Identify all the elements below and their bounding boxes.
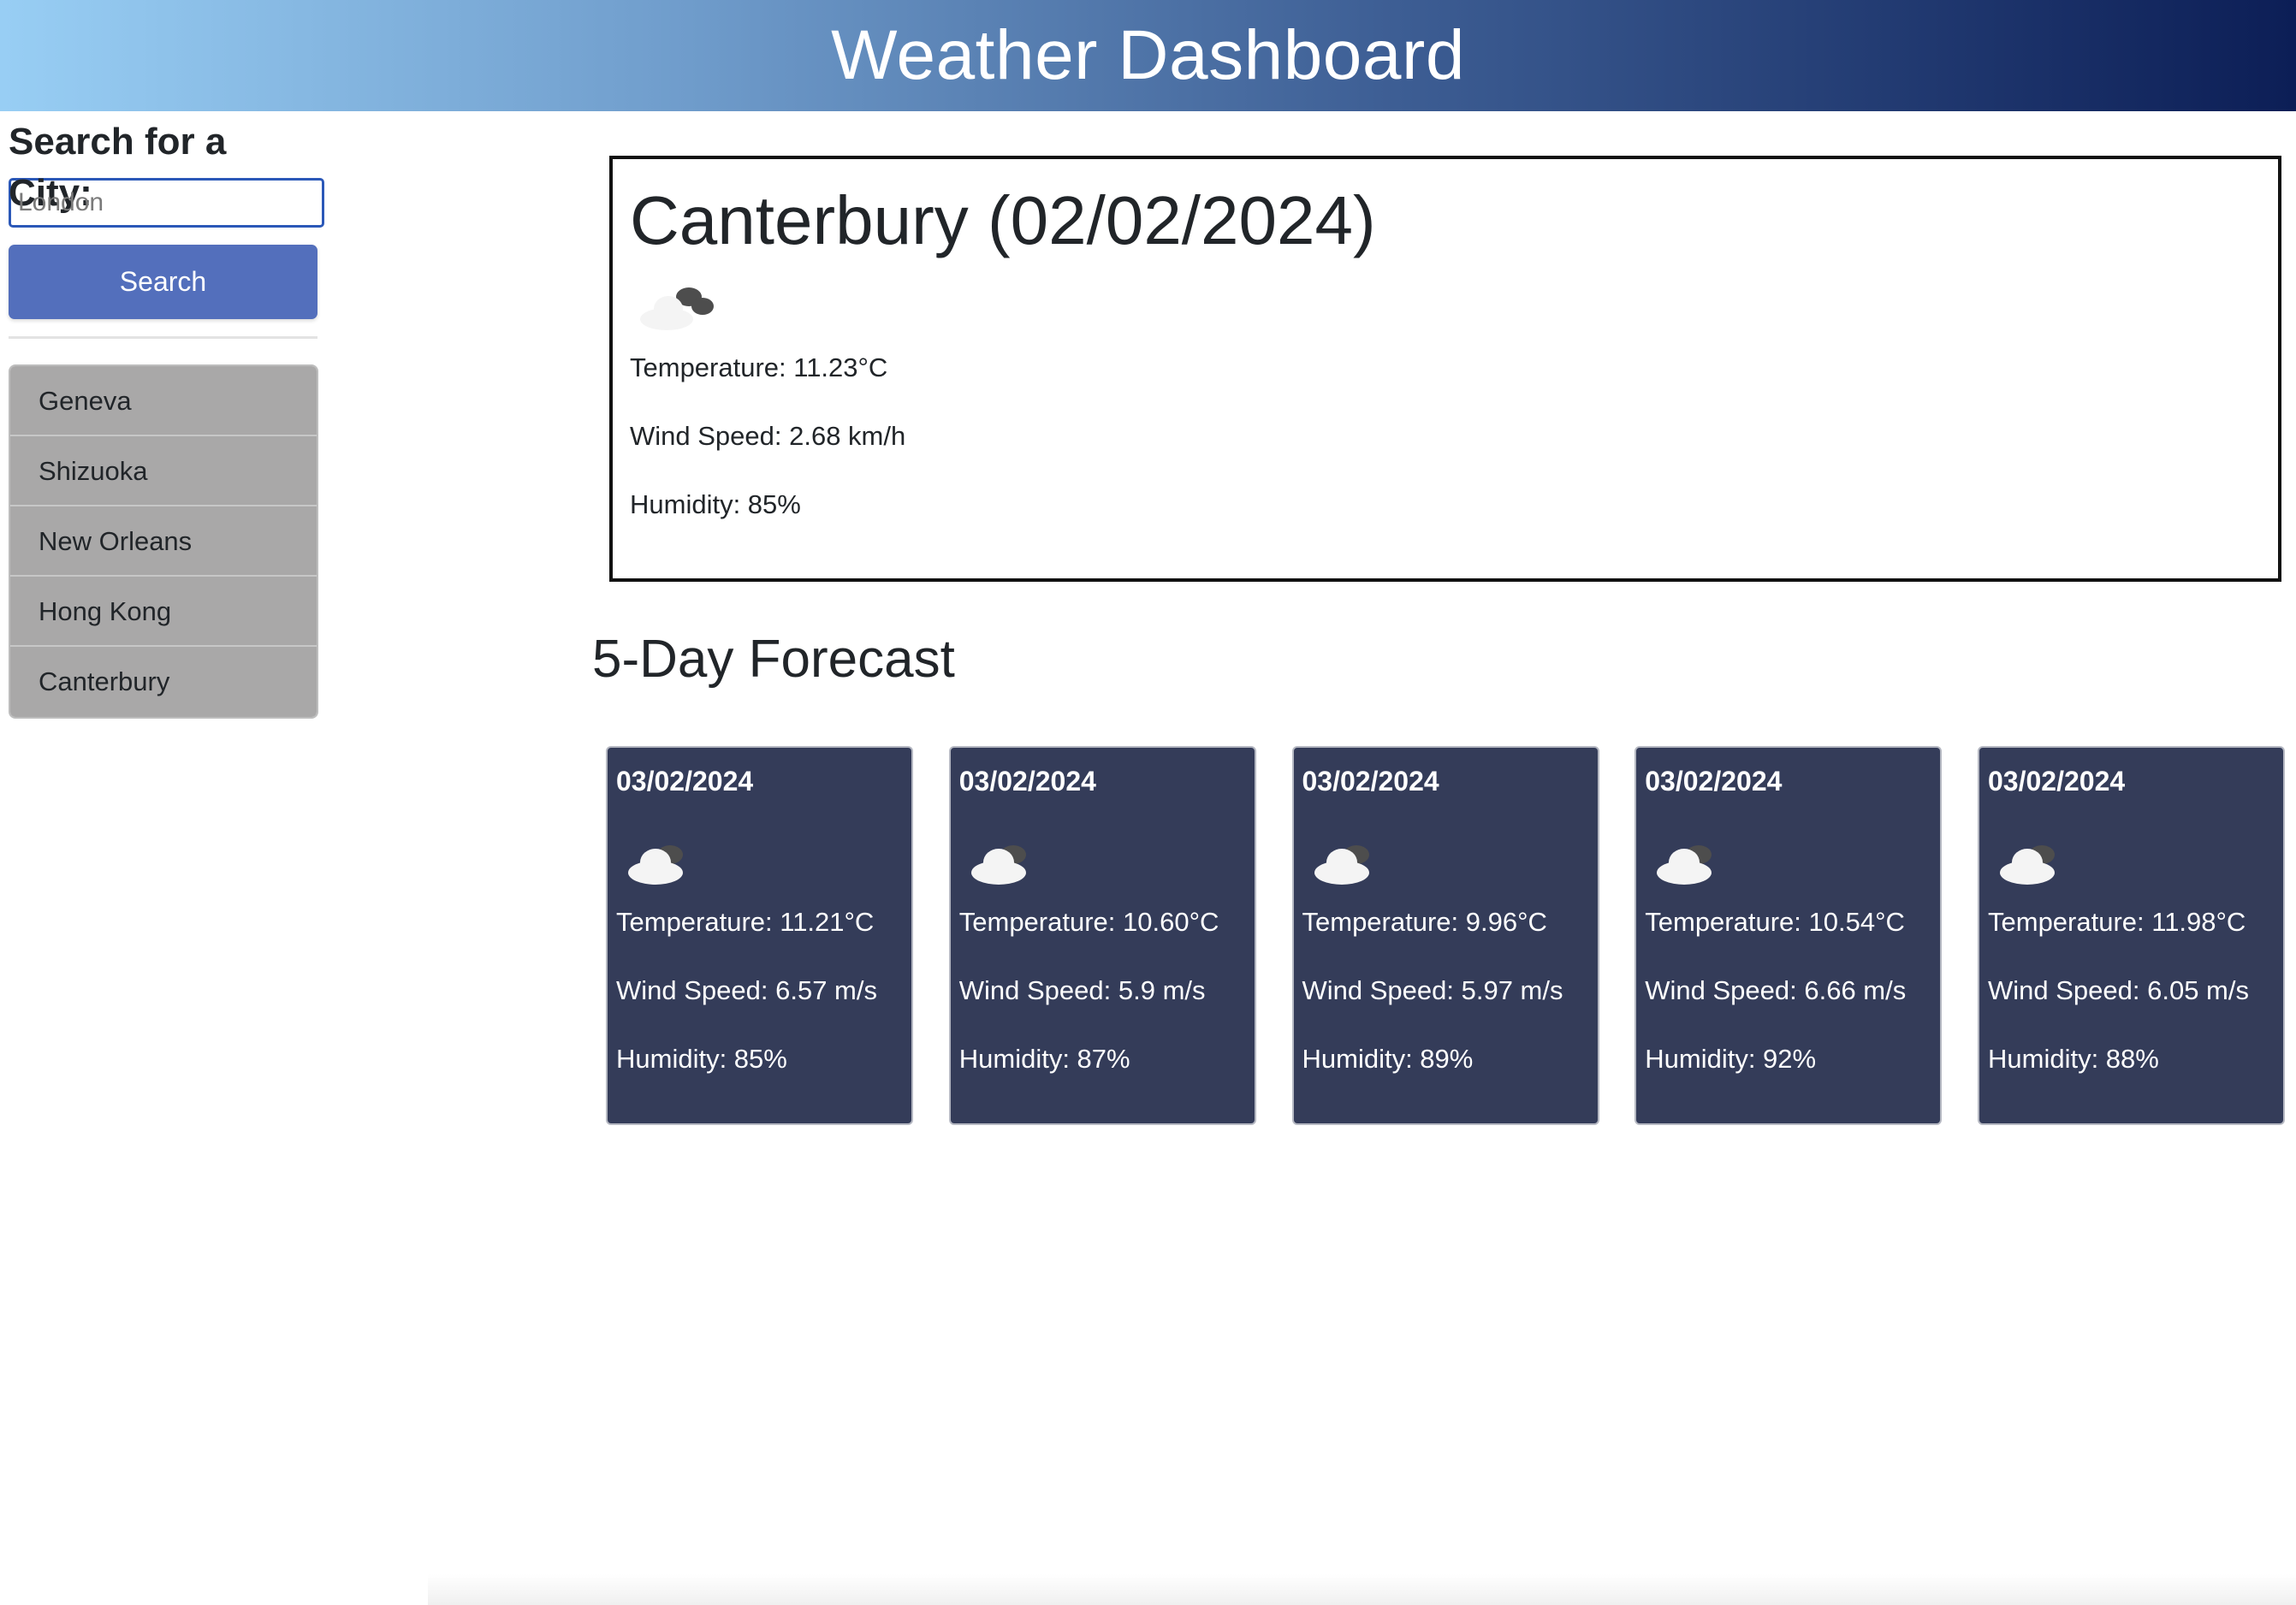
forecast-row: 03/02/2024 Temperature: 11.21°C Wind Spe… bbox=[606, 746, 2285, 1125]
cloud-icon bbox=[628, 837, 705, 888]
forecast-wind-speed: Wind Speed: 6.05 m/s bbox=[1988, 975, 2249, 1005]
forecast-title: 5-Day Forecast bbox=[592, 630, 955, 689]
current-wind-speed: Wind Speed: 2.68 km/h bbox=[630, 421, 906, 451]
forecast-date: 03/02/2024 bbox=[958, 766, 1096, 797]
forecast-humidity: Humidity: 92% bbox=[1645, 1044, 1817, 1074]
cloud-icon bbox=[638, 282, 715, 334]
search-history-list: Geneva Shizuoka New Orleans Hong Kong Ca… bbox=[9, 364, 318, 719]
cloud-icon bbox=[2000, 837, 2077, 888]
forecast-card: 03/02/2024 Temperature: 10.60°C Wind Spe… bbox=[948, 746, 1256, 1125]
forecast-date: 03/02/2024 bbox=[1302, 766, 1439, 797]
forecast-temperature: Temperature: 11.98°C bbox=[1988, 907, 2246, 937]
search-title: Search for a City: bbox=[9, 121, 227, 214]
sidebar: Search for a City: Search Geneva Shizuok… bbox=[9, 116, 324, 719]
current-city-title: Canterbury (02/02/2024) bbox=[630, 182, 1376, 258]
app-header: Weather Dashboard bbox=[0, 0, 2296, 111]
forecast-wind-speed: Wind Speed: 6.57 m/s bbox=[616, 975, 877, 1005]
history-item-canterbury[interactable]: Canterbury bbox=[10, 647, 317, 717]
cloud-icon bbox=[1657, 837, 1734, 888]
forecast-wind-speed: Wind Speed: 5.9 m/s bbox=[958, 975, 1206, 1005]
forecast-card: 03/02/2024 Temperature: 10.54°C Wind Spe… bbox=[1634, 746, 1943, 1125]
forecast-humidity: Humidity: 88% bbox=[1988, 1044, 2159, 1074]
forecast-wind-speed: Wind Speed: 6.66 m/s bbox=[1645, 975, 1907, 1005]
forecast-wind-speed: Wind Speed: 5.97 m/s bbox=[1302, 975, 1563, 1005]
bottom-shadow bbox=[428, 1574, 2296, 1605]
forecast-card: 03/02/2024 Temperature: 11.98°C Wind Spe… bbox=[1978, 746, 2285, 1125]
search-button[interactable]: Search bbox=[9, 245, 317, 319]
history-item-geneva[interactable]: Geneva bbox=[10, 366, 317, 436]
current-weather-card: Canterbury (02/02/2024) Temperature: 11.… bbox=[609, 156, 2281, 582]
current-temperature: Temperature: 11.23°C bbox=[630, 352, 888, 382]
current-humidity: Humidity: 85% bbox=[630, 489, 801, 519]
forecast-temperature: Temperature: 10.60°C bbox=[958, 907, 1219, 937]
cloud-icon bbox=[1314, 837, 1391, 888]
forecast-temperature: Temperature: 9.96°C bbox=[1302, 907, 1547, 937]
forecast-card: 03/02/2024 Temperature: 11.21°C Wind Spe… bbox=[606, 746, 913, 1125]
forecast-date: 03/02/2024 bbox=[1645, 766, 1783, 797]
sidebar-divider bbox=[9, 336, 317, 339]
history-item-shizuoka[interactable]: Shizuoka bbox=[10, 436, 317, 506]
forecast-humidity: Humidity: 87% bbox=[958, 1044, 1130, 1074]
forecast-humidity: Humidity: 85% bbox=[616, 1044, 787, 1074]
forecast-date: 03/02/2024 bbox=[616, 766, 754, 797]
forecast-date: 03/02/2024 bbox=[1988, 766, 2126, 797]
forecast-temperature: Temperature: 11.21°C bbox=[616, 907, 875, 937]
forecast-card: 03/02/2024 Temperature: 9.96°C Wind Spee… bbox=[1291, 746, 1599, 1125]
forecast-temperature: Temperature: 10.54°C bbox=[1645, 907, 1905, 937]
history-item-hong-kong[interactable]: Hong Kong bbox=[10, 577, 317, 647]
forecast-humidity: Humidity: 89% bbox=[1302, 1044, 1474, 1074]
history-item-new-orleans[interactable]: New Orleans bbox=[10, 506, 317, 577]
cloud-icon bbox=[970, 837, 1048, 888]
app-title: Weather Dashboard bbox=[831, 16, 1465, 94]
